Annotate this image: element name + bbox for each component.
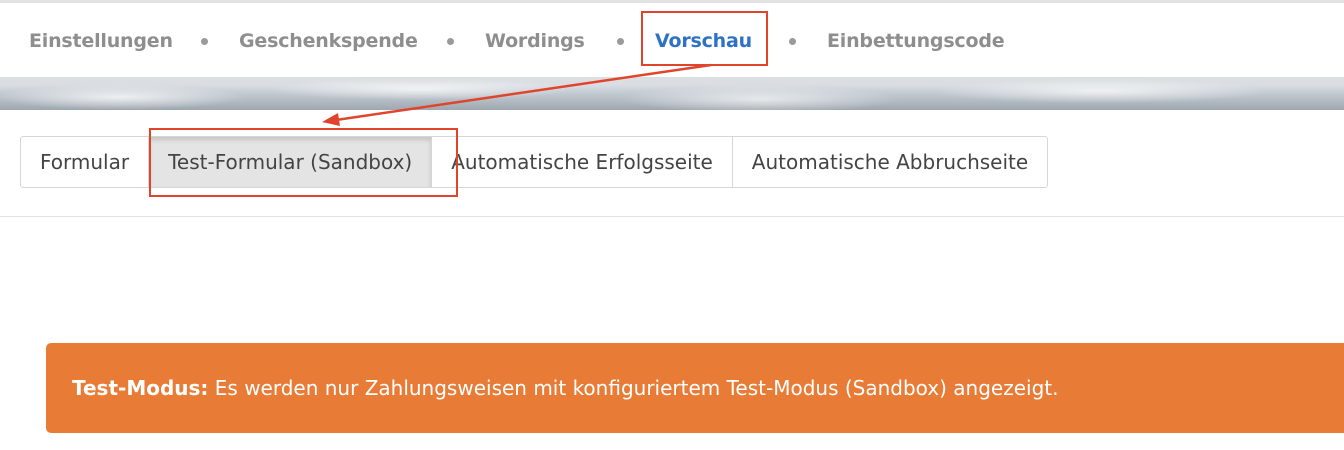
nav-item-vorschau[interactable]: Vorschau [655, 3, 752, 77]
settings-nav: Einstellungen Geschenkspende Wordings Vo… [0, 3, 1344, 77]
alert-message: Es werden nur Zahlungsweisen mit konfigu… [208, 376, 1059, 400]
nav-separator-dot [447, 38, 454, 45]
nav-item-einstellungen[interactable]: Einstellungen [29, 3, 173, 77]
tab-automatische-erfolgsseite[interactable]: Automatische Erfolgsseite [432, 137, 733, 187]
nav-item-wordings[interactable]: Wordings [485, 3, 585, 77]
tab-automatische-abbruchseite[interactable]: Automatische Abbruchseite [733, 137, 1047, 187]
preview-tab-group: Formular Test-Formular (Sandbox) Automat… [20, 136, 1049, 188]
nav-item-geschenkspende[interactable]: Geschenkspende [239, 3, 418, 77]
nav-separator-dot [617, 38, 624, 45]
alert-title: Test-Modus: [72, 376, 209, 400]
banner-shadow [0, 77, 1344, 85]
annotation-arrow-head [322, 113, 340, 126]
test-mode-alert: Test-Modus: Es werden nur Zahlungsweisen… [46, 343, 1344, 433]
section-divider [0, 216, 1344, 217]
nav-item-einbettungscode[interactable]: Einbettungscode [827, 3, 1005, 77]
tab-formular[interactable]: Formular [21, 137, 150, 187]
tab-test-formular-sandbox[interactable]: Test-Formular (Sandbox) [149, 137, 433, 187]
nav-separator-dot [789, 38, 796, 45]
nav-separator-dot [201, 38, 208, 45]
